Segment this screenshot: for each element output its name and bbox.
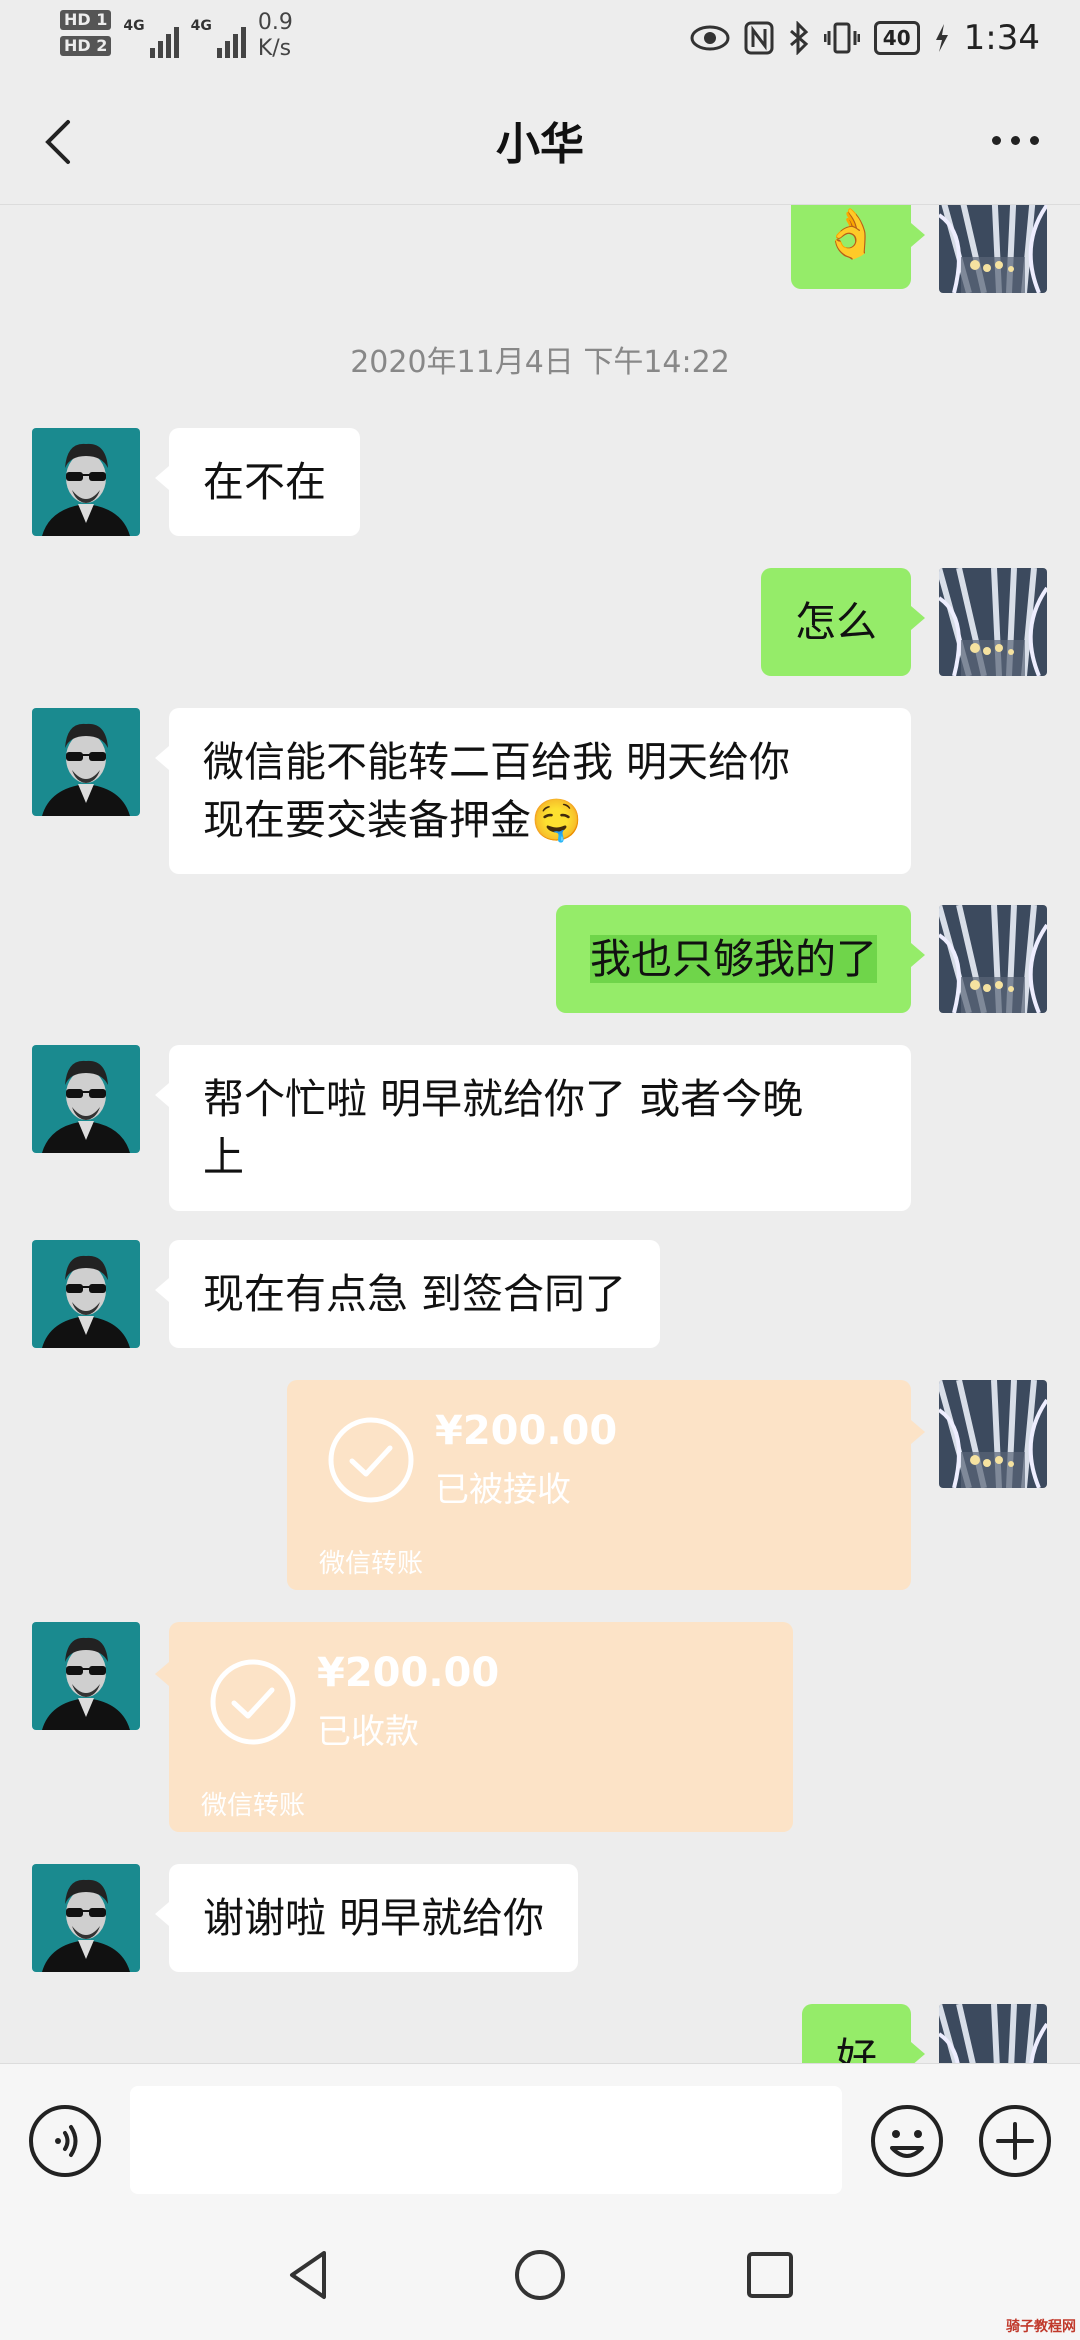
hd-indicators: HD 1 HD 2 <box>60 10 112 56</box>
message-incoming[interactable]: 帮个忙啦 明早就给你了 或者今晚 上 <box>155 1045 911 1211</box>
my-avatar[interactable] <box>939 205 1047 293</box>
transfer-amount: ¥200.00 <box>435 1408 618 1454</box>
network-speed-value: 0.9 <box>257 10 293 35</box>
contact-avatar[interactable] <box>32 1045 140 1153</box>
transfer-card-sent[interactable]: ¥200.00 已被接收 微信转账 <box>287 1380 925 1590</box>
network-speed-unit: K/s <box>257 36 292 61</box>
status-left: HD 1 HD 2 4G 4G 0.9 K/s <box>60 10 293 62</box>
nfc-icon <box>744 21 774 55</box>
transfer-amount: ¥200.00 <box>317 1650 500 1696</box>
emoji-icon[interactable] <box>870 2104 944 2178</box>
circle-home-icon[interactable] <box>510 2245 570 2305</box>
message-text: 怎么 <box>795 598 877 646</box>
checkmark-circle-icon <box>328 1417 414 1503</box>
status-right: 40 1:34 <box>690 18 1040 58</box>
message-text-line-1: 帮个忙啦 明早就给你了 或者今晚 <box>203 1075 804 1123</box>
hd1-label: HD 1 <box>60 10 112 30</box>
network-type-1: 4G <box>123 18 145 34</box>
network-type-2: 4G <box>190 18 212 34</box>
eye-icon <box>690 25 730 51</box>
transfer-footer: 微信转账 <box>319 1549 424 1579</box>
message-outgoing-emoji[interactable]: 👌 <box>791 205 925 289</box>
battery-icon: 40 <box>873 21 920 55</box>
bluetooth-icon <box>789 21 808 55</box>
message-text: 👌 <box>821 206 881 262</box>
message-outgoing[interactable]: 我也只够我的了 <box>556 905 925 1013</box>
triangle-back-icon[interactable] <box>280 2245 340 2305</box>
square-recents-icon[interactable] <box>740 2245 800 2305</box>
message-timestamp: 2020年11月4日 下午14:22 <box>350 345 730 380</box>
message-text: 谢谢啦 明早就给你 <box>203 1894 545 1942</box>
voice-icon[interactable] <box>28 2104 102 2178</box>
message-outgoing[interactable]: 好 <box>802 2004 925 2063</box>
message-text: 我也只够我的了 <box>590 935 877 983</box>
transfer-card-received[interactable]: ¥200.00 已收款 微信转账 <box>155 1622 793 1832</box>
my-avatar[interactable] <box>939 568 1047 676</box>
message-input-bar <box>0 2063 1080 2215</box>
network-speed: 0.9 K/s <box>258 10 293 62</box>
my-avatar[interactable] <box>939 2004 1047 2063</box>
transfer-status: 已被接收 <box>435 1470 571 1510</box>
vibrate-icon <box>823 22 860 54</box>
message-text-line-2: 现在要交装备押金🤤 <box>203 796 583 844</box>
message-text-line-1: 微信能不能转二百给我 明天给你 <box>203 738 791 786</box>
signal-2-icon: 4G <box>191 18 246 58</box>
contact-avatar[interactable] <box>32 1622 140 1730</box>
my-avatar[interactable] <box>939 1380 1047 1488</box>
contact-avatar[interactable] <box>32 708 140 816</box>
signal-1-icon: 4G <box>123 18 179 58</box>
transfer-status: 已收款 <box>317 1712 419 1752</box>
contact-avatar[interactable] <box>32 1864 140 1972</box>
checkmark-circle-icon <box>210 1659 296 1745</box>
message-text-line-2: 上 <box>203 1133 244 1181</box>
chat-title: 小华 <box>496 119 584 170</box>
chat-header: 小华 <box>0 80 1080 205</box>
message-text: 现在有点急 到签合同了 <box>203 1270 627 1318</box>
more-options-button[interactable] <box>980 120 1050 160</box>
contact-avatar[interactable] <box>32 1240 140 1348</box>
charging-icon <box>935 24 948 52</box>
watermark: 骑子教程网 <box>1006 2319 1076 2335</box>
contact-avatar[interactable] <box>32 428 140 536</box>
my-avatar[interactable] <box>939 905 1047 1013</box>
plus-icon[interactable] <box>978 2104 1052 2178</box>
chat-message-list[interactable]: 👌 2020年11月4日 下午14:22 在不在 怎么 微信能不能转二百给我 明… <box>0 205 1080 2063</box>
message-input[interactable] <box>130 2086 842 2194</box>
transfer-footer: 微信转账 <box>201 1791 306 1821</box>
message-incoming[interactable]: 微信能不能转二百给我 明天给你 现在要交装备押金🤤 <box>155 708 911 874</box>
message-outgoing[interactable]: 怎么 <box>761 568 925 676</box>
message-incoming[interactable]: 在不在 <box>155 428 360 536</box>
clock: 1:34 <box>963 18 1040 58</box>
message-text: 好 <box>836 2034 877 2063</box>
status-bar: HD 1 HD 2 4G 4G 0.9 K/s 40 1:34 <box>0 0 1080 80</box>
system-navigation-bar: 骑子教程网 <box>0 2215 1080 2340</box>
hd2-label: HD 2 <box>60 36 112 56</box>
message-incoming[interactable]: 现在有点急 到签合同了 <box>154 1240 661 1348</box>
message-text: 在不在 <box>203 458 326 506</box>
message-incoming[interactable]: 谢谢啦 明早就给你 <box>154 1864 579 1972</box>
